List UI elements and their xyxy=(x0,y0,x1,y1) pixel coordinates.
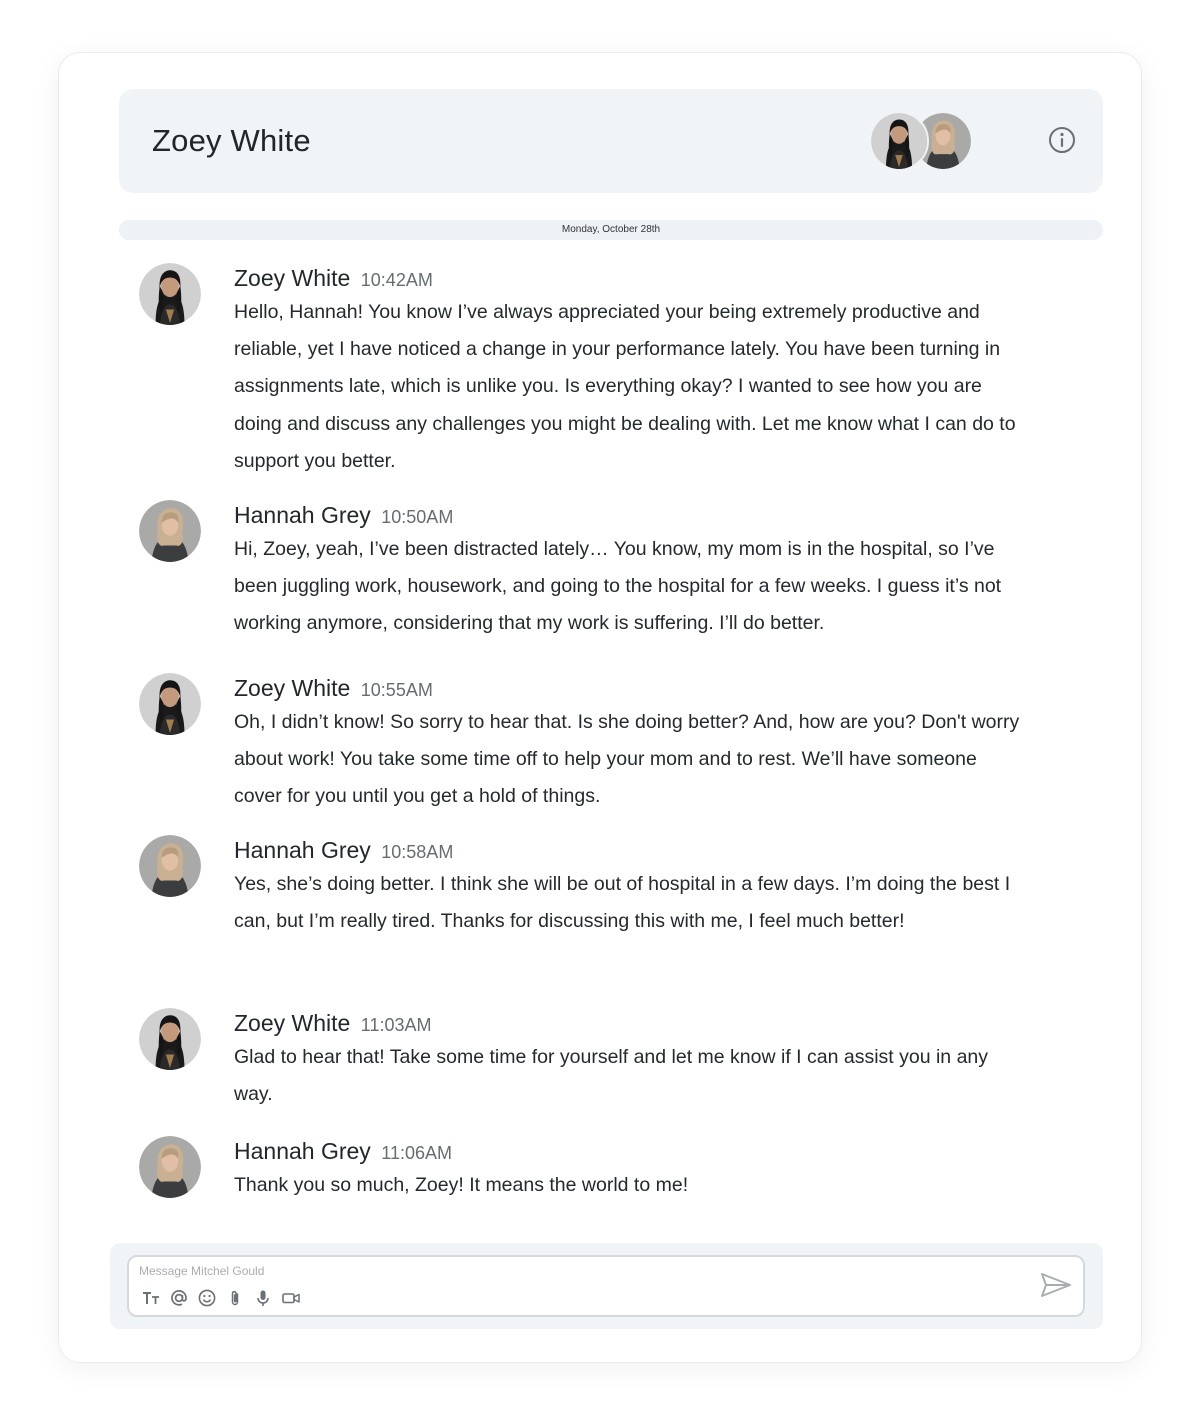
info-icon[interactable] xyxy=(1047,125,1077,155)
message-time: 11:06AM xyxy=(381,1143,452,1163)
avatar[interactable] xyxy=(139,835,201,897)
message-author[interactable]: Zoey White xyxy=(234,265,350,291)
message-text: Hello, Hannah! You know I’ve always appr… xyxy=(234,301,1016,472)
message-author[interactable]: Zoey White xyxy=(234,1010,350,1036)
avatar[interactable] xyxy=(139,500,201,562)
composer-toolbar xyxy=(141,1287,301,1309)
video-icon[interactable] xyxy=(281,1288,301,1308)
message-text: Hi, Zoey, yeah, I’ve been distracted lat… xyxy=(234,538,1002,635)
avatar[interactable] xyxy=(139,263,201,325)
emoji-icon[interactable] xyxy=(197,1288,217,1308)
avatar[interactable] xyxy=(139,1136,201,1198)
message-time: 10:50AM xyxy=(381,507,454,527)
microphone-icon[interactable] xyxy=(253,1288,273,1308)
message-time: 10:55AM xyxy=(360,680,433,700)
avatar[interactable] xyxy=(139,673,201,735)
message-composer xyxy=(127,1255,1085,1317)
composer-area xyxy=(110,1243,1103,1329)
attachment-icon[interactable] xyxy=(225,1288,245,1308)
message-text: Yes, she’s doing better. I think she wil… xyxy=(234,873,1011,933)
message-author[interactable]: Hannah Grey xyxy=(234,837,371,863)
avatar xyxy=(869,111,929,171)
avatar[interactable] xyxy=(139,1008,201,1070)
message-text: Oh, I didn’t know! So sorry to hear that… xyxy=(234,711,1020,808)
message-time: 11:03AM xyxy=(360,1015,432,1035)
message-author[interactable]: Zoey White xyxy=(234,675,350,701)
mention-icon[interactable] xyxy=(169,1288,189,1308)
message-time: 10:42AM xyxy=(360,270,433,290)
message-text: Thank you so much, Zoey! It means the wo… xyxy=(234,1174,689,1196)
send-icon[interactable] xyxy=(1039,1271,1073,1299)
text-format-icon[interactable] xyxy=(141,1288,161,1308)
message-time: 10:58AM xyxy=(381,842,454,862)
chat-title: Zoey White xyxy=(152,123,311,158)
participants-avatars[interactable] xyxy=(869,111,979,171)
message-text: Glad to hear that! Take some time for yo… xyxy=(234,1046,989,1106)
chat-window: Zoey White Monday, October 28th Zoey Whi… xyxy=(58,52,1142,1363)
message-author[interactable]: Hannah Grey xyxy=(234,1138,371,1164)
chat-header: Zoey White xyxy=(119,89,1103,193)
date-divider: Monday, October 28th xyxy=(119,220,1103,240)
message-author[interactable]: Hannah Grey xyxy=(234,502,371,528)
message-input[interactable] xyxy=(139,1262,1019,1280)
